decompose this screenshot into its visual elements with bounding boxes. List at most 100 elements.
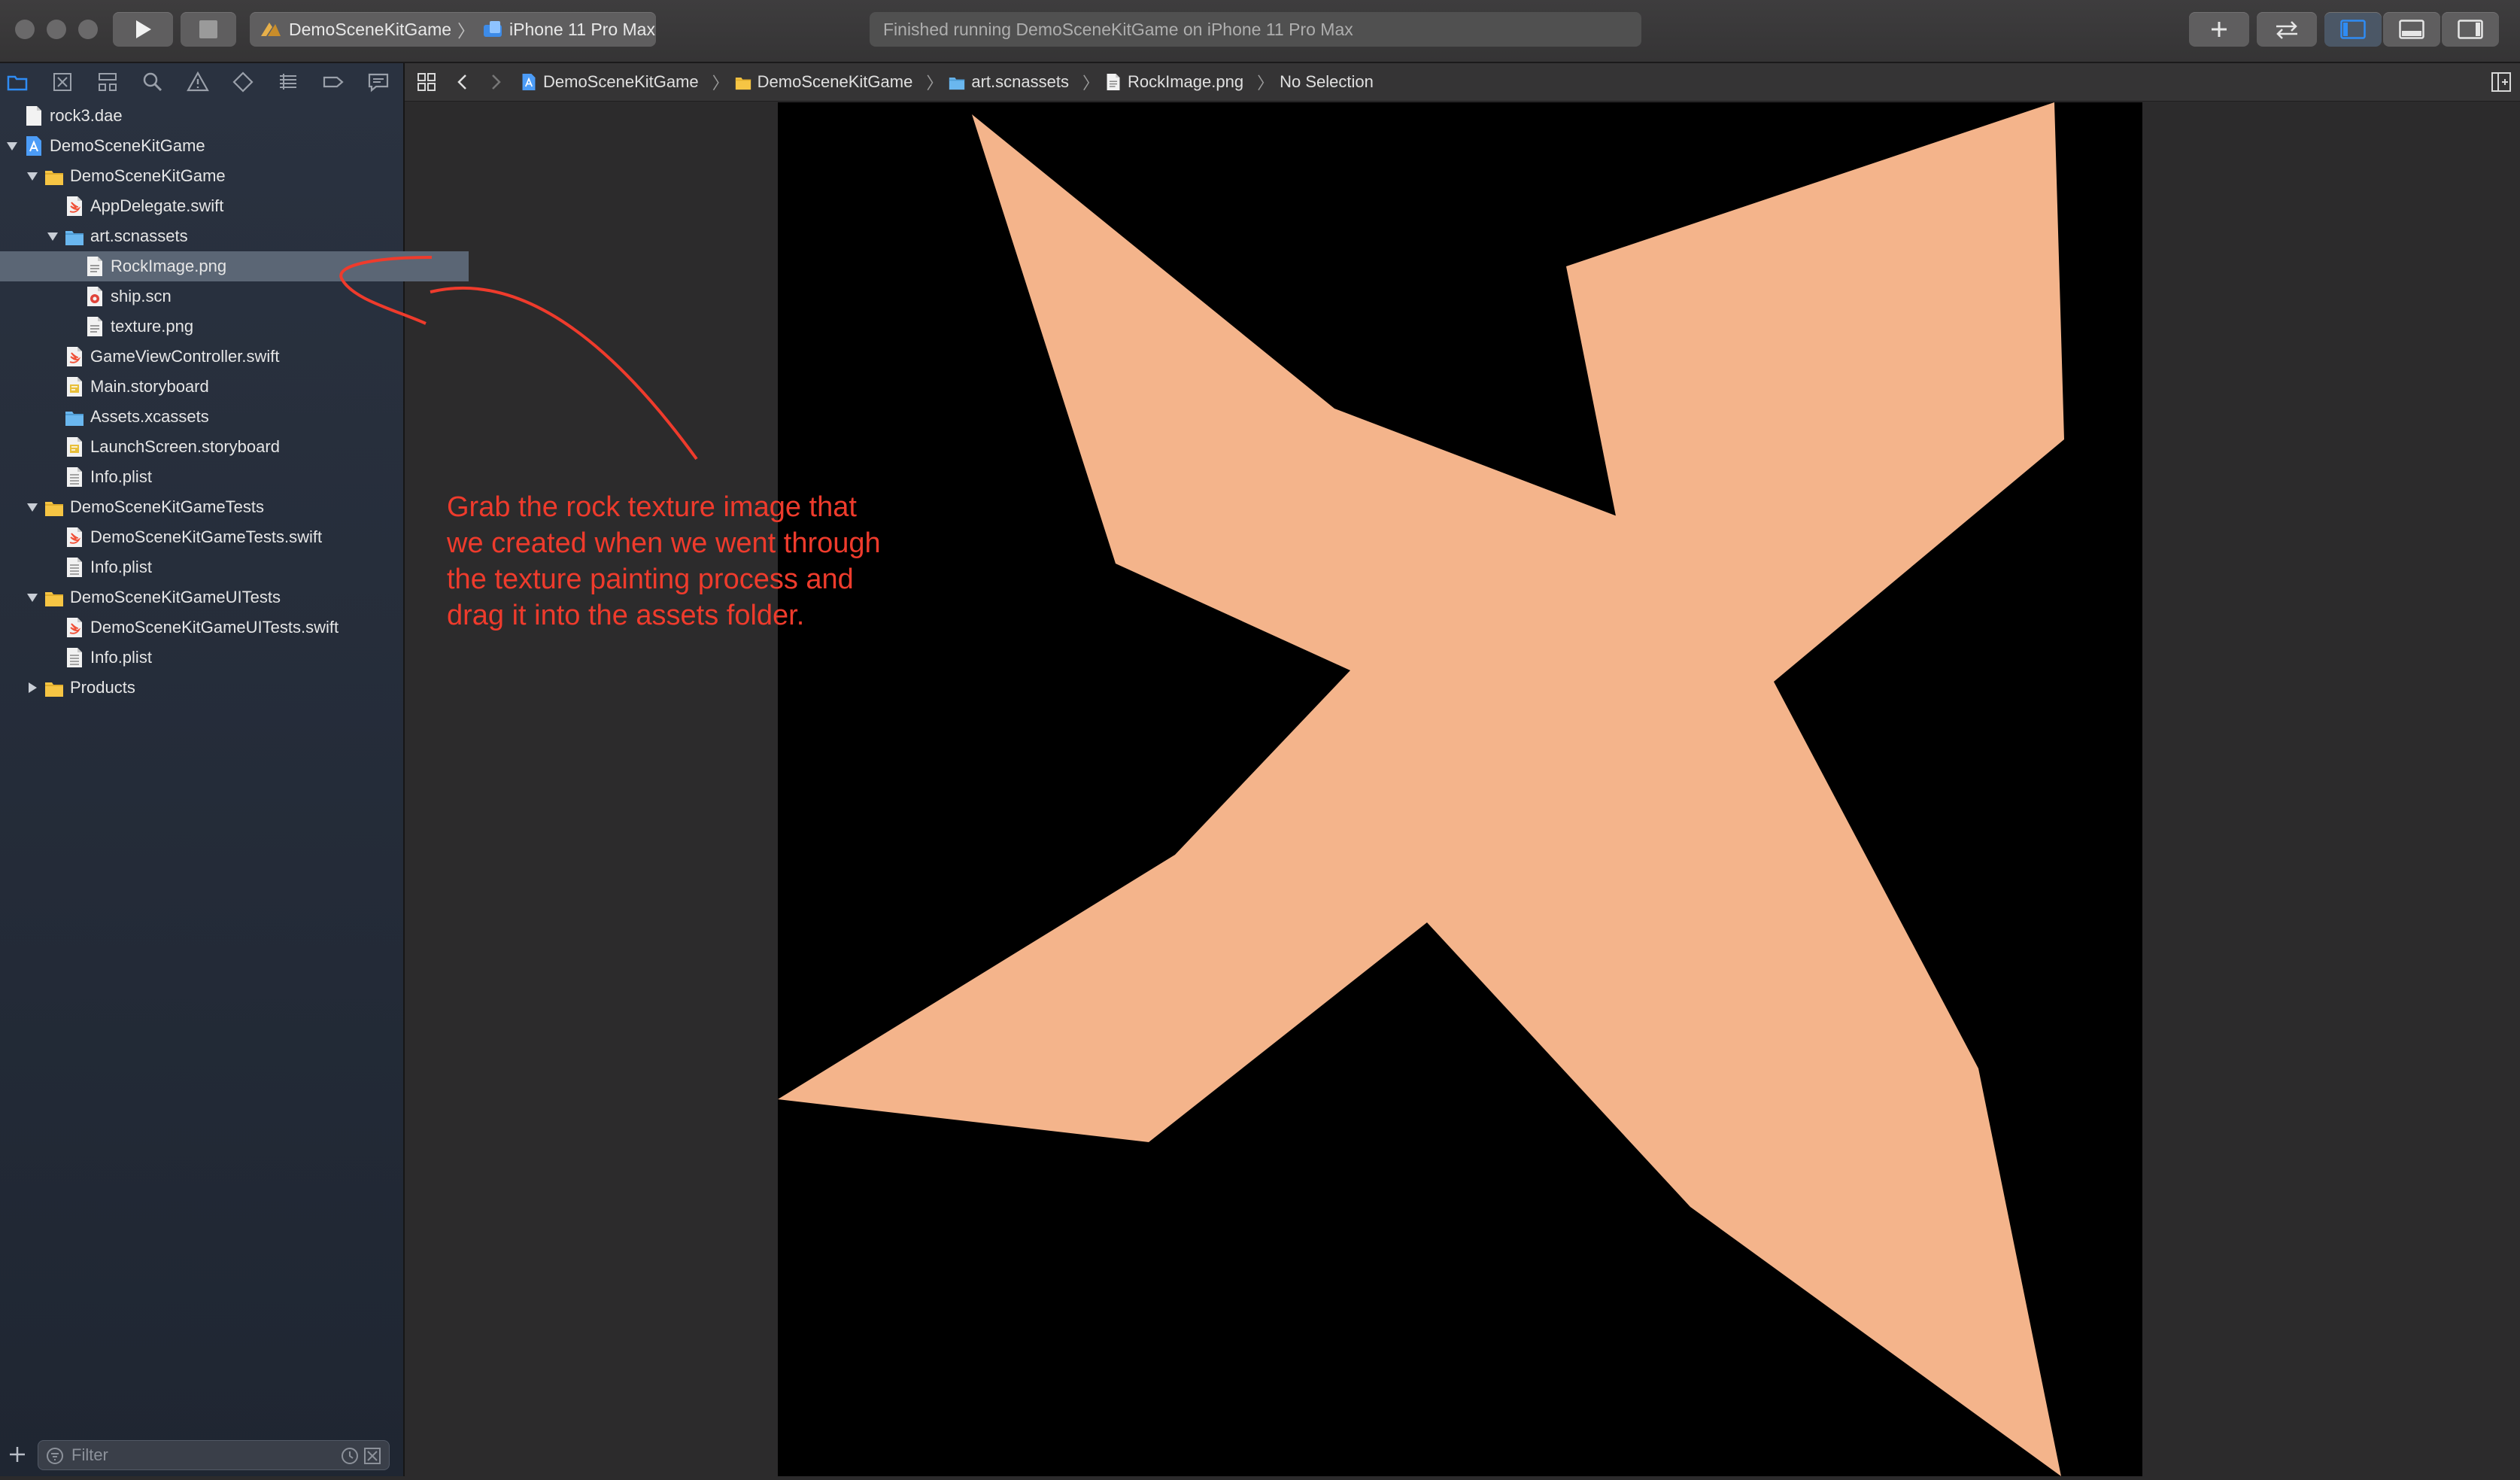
breadcrumb-item[interactable]: No Selection: [1280, 72, 1374, 92]
file-tree-row[interactable]: DemoSceneKitGame: [0, 131, 408, 161]
add-file-plus-icon[interactable]: [8, 1445, 27, 1464]
hierarchy-icon[interactable]: [96, 71, 119, 93]
close-window-button[interactable]: [15, 20, 35, 39]
folder-icon: [45, 171, 63, 185]
file-name-label: DemoSceneKitGameTests.swift: [90, 527, 323, 546]
annotation-line: drag it into the assets folder.: [447, 600, 805, 631]
breakpoint-icon[interactable]: [322, 71, 345, 93]
source-control-filter-icon[interactable]: [363, 1447, 381, 1465]
source-control-icon[interactable]: [51, 71, 74, 93]
device-name: iPhone 11 Pro Max: [509, 19, 655, 39]
library-button[interactable]: [2189, 12, 2249, 47]
run-button[interactable]: [113, 12, 173, 47]
disclosure-open-icon[interactable]: [25, 169, 40, 184]
file-tree-row[interactable]: AppDelegate.swift: [0, 191, 448, 221]
file-tree-row[interactable]: rock3.dae: [0, 101, 408, 131]
xcode-project-icon: [522, 74, 536, 90]
disclosure-open-icon[interactable]: [25, 590, 40, 605]
right-panel-icon: [2458, 20, 2483, 39]
recent-files-clock-icon[interactable]: [341, 1447, 359, 1465]
file-name-label: DemoSceneKitGame: [70, 166, 226, 185]
breadcrumb-item[interactable]: DemoSceneKitGame: [735, 72, 912, 92]
storyboard-file-icon: [67, 437, 82, 457]
file-name-label: AppDelegate.swift: [90, 196, 224, 215]
plist-file-icon: [67, 558, 82, 577]
scheme-selector[interactable]: DemoSceneKitGame 〉 iPhone 11 Pro Max: [250, 12, 656, 47]
play-icon: [136, 20, 151, 38]
iphone-icon: [484, 21, 502, 37]
file-tree-row[interactable]: Products: [0, 673, 428, 703]
breadcrumb-separator-icon: 〉: [712, 74, 729, 93]
annotation-text: Grab the rock texture image that we crea…: [447, 489, 943, 634]
zoom-window-button[interactable]: [78, 20, 98, 39]
folder-icon[interactable]: [6, 71, 29, 93]
bottom-panel-icon: [2399, 20, 2424, 39]
file-name-label: art.scnassets: [90, 226, 188, 245]
image-file-icon: [87, 317, 102, 336]
chevron-right-icon[interactable]: [487, 71, 504, 93]
toggle-debug-area-button[interactable]: [2383, 12, 2440, 47]
file-tree-row[interactable]: DemoSceneKitGameTests.swift: [0, 522, 448, 552]
breadcrumb-separator-icon: 〉: [1257, 74, 1274, 93]
annotation-arrow: [339, 256, 698, 460]
stop-icon: [199, 20, 217, 38]
stop-button[interactable]: [181, 12, 236, 47]
minimize-window-button[interactable]: [47, 20, 66, 39]
plist-file-icon: [67, 467, 82, 487]
chevron-left-icon[interactable]: [454, 71, 471, 93]
file-name-label: ship.scn: [111, 287, 172, 305]
toolbar: DemoSceneKitGame 〉 iPhone 11 Pro Max Fin…: [0, 0, 2520, 63]
file-tree-row[interactable]: DemoSceneKitGameUITests: [0, 582, 428, 612]
debug-icon[interactable]: [277, 71, 299, 93]
file-name-label: RockImage.png: [111, 257, 227, 275]
file-tree-row[interactable]: DemoSceneKitGameUITests.swift: [0, 612, 448, 643]
jump-bar: DemoSceneKitGame 〉 DemoSceneKitGame 〉 art.sc…: [405, 63, 2520, 102]
file-name-label: texture.png: [111, 317, 194, 336]
file-tree-row[interactable]: DemoSceneKitGame: [0, 161, 428, 191]
annotation-line: the texture painting process and: [447, 564, 854, 595]
texture-paint-shape: [778, 102, 2064, 1476]
disclosure-closed-icon[interactable]: [25, 680, 40, 695]
disclosure-open-icon[interactable]: [45, 229, 60, 244]
breadcrumb-item[interactable]: DemoSceneKitGame: [521, 72, 699, 92]
file-tree-row[interactable]: art.scnassets: [0, 221, 448, 251]
image-file-icon: [87, 257, 102, 276]
image-file-icon: [1107, 74, 1120, 90]
file-name-label: DemoSceneKitGameUITests.swift: [90, 618, 339, 637]
warning-icon[interactable]: [187, 71, 209, 93]
report-icon[interactable]: [367, 71, 390, 93]
file-name-label: rock3.dae: [50, 106, 123, 125]
navigator-filter-field[interactable]: Filter: [38, 1440, 390, 1470]
plist-file-icon: [67, 648, 82, 667]
toggle-inspector-button[interactable]: [2442, 12, 2499, 47]
breadcrumb-item[interactable]: RockImage.png: [1105, 72, 1243, 92]
disclosure-open-icon[interactable]: [25, 500, 40, 515]
annotation-line: Grab the rock texture image that: [447, 491, 857, 523]
filter-icon: [47, 1448, 63, 1464]
annotation-line: we created when we went through: [447, 527, 881, 559]
breadcrumb-item[interactable]: art.scnassets: [949, 72, 1069, 92]
file-name-label: Products: [70, 678, 135, 697]
add-editor-icon[interactable]: [2490, 71, 2512, 93]
test-icon[interactable]: [232, 71, 254, 93]
status-text: Finished running DemoSceneKitGame on iPh…: [883, 19, 1353, 39]
folder-icon: [735, 77, 751, 90]
code-review-button[interactable]: [2257, 12, 2317, 47]
file-tree-row[interactable]: Info.plist: [0, 643, 448, 673]
toggle-navigator-button[interactable]: [2324, 12, 2382, 47]
breadcrumb-label: DemoSceneKitGame: [543, 72, 699, 91]
activity-status: Finished running DemoSceneKitGame on iPh…: [870, 12, 1641, 47]
search-icon[interactable]: [141, 71, 164, 93]
file-name-label: LaunchScreen.storyboard: [90, 437, 280, 456]
file-tree-row[interactable]: DemoSceneKitGameTests: [0, 492, 428, 522]
disclosure-open-icon[interactable]: [5, 138, 20, 153]
file-name-label: Info.plist: [90, 558, 152, 576]
file-tree-row[interactable]: Info.plist: [0, 552, 448, 582]
related-items-grid-icon[interactable]: [415, 71, 438, 93]
